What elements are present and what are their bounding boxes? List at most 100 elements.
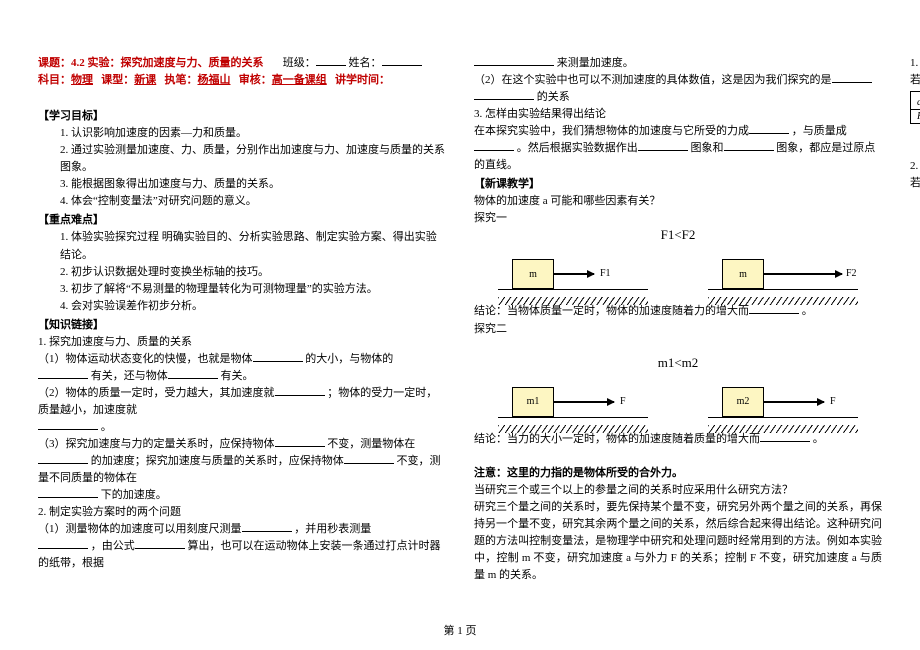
box-m: m [722, 259, 764, 289]
link1-1a: （1）物体运动状态变化的快慢，也就是物体 [38, 353, 253, 365]
class-label: 班级： [283, 57, 316, 69]
link1-3c: 的加速度；探究加速度与质量的关系时，应保持物体 [91, 455, 344, 467]
cell-a-label: a/（m·s⁻²） [911, 92, 920, 110]
links-heading: 【知识链接】 [38, 317, 446, 334]
r1-q1: （1）根据表中数据，画出 a—F 图象。 [910, 124, 920, 141]
key-2: 2. 初步认识数据处理时变换坐标轴的技巧。 [38, 264, 446, 281]
keypoints-heading: 【重点难点】 [38, 212, 446, 229]
blank [749, 305, 799, 315]
box-m2: m2 [722, 387, 764, 417]
blank [275, 437, 325, 447]
class-blank [316, 56, 346, 66]
concl1b: 。 [802, 305, 813, 317]
blank [38, 369, 88, 379]
link1-1c: 有关，还与物体 [91, 370, 168, 382]
link2-1b: ，并用秒表测量 [294, 523, 371, 535]
obj-4: 4. 体会“控制变量法”对研究问题的意义。 [38, 193, 446, 210]
box-m: m [512, 259, 554, 289]
r2-line: 若测得某一物体受力 F 一定时，a 与 M 关系数据如下表所示： [910, 175, 920, 192]
blank [760, 432, 810, 442]
link2-2b: 的关系 [537, 91, 570, 103]
blank [832, 73, 872, 83]
diagram-m2: m2 F [708, 375, 858, 425]
link2-1a: （1）测量物体的加速度可以用刻度尺测量 [38, 523, 242, 535]
blank [749, 124, 789, 134]
diagram-row-2: m1 F m2 F [474, 375, 882, 425]
lesson-title: 课题：4.2 实验：探究加速度与力、质量的关系 [38, 57, 264, 69]
key-1: 1. 体验实验探究过程 明确实验目的、分析实验思路、制定实验方案、得出实验结论。 [38, 229, 446, 263]
r2-head: 2. 探究加速度与质量的关系 [910, 158, 920, 175]
link2-1e: 来测量加速度。 [557, 57, 634, 69]
arrow-f1 [554, 273, 594, 275]
table-row: F/N 1.00 2.00 3.00 4.00 [911, 110, 920, 124]
label-f-b: F [830, 396, 836, 407]
note: 注意：这里的力指的是物体所受的合外力。 [474, 465, 882, 482]
ex2-label: 探究二 [474, 321, 882, 338]
link3c: 。然后根据实验数据作出 [517, 142, 638, 154]
arrow-m1 [554, 401, 614, 403]
blank [38, 454, 88, 464]
blank [38, 488, 98, 498]
link1-3b: 不变，测量物体在 [327, 438, 415, 450]
blank [724, 141, 774, 151]
link3b: ，与质量成 [792, 125, 847, 137]
link1-2c: 。 [101, 421, 112, 433]
concl1a: 结论：当物体质量一定时，物体的加速度随着力的增大而 [474, 305, 749, 317]
link1-head: 1. 探究加速度与力、质量的关系 [38, 334, 446, 351]
cell-f-label: F/N [911, 110, 920, 124]
link1-1d: 有关。 [221, 370, 254, 382]
blank [253, 352, 303, 362]
obj-1: 1. 认识影响加速度的因素—力和质量。 [38, 125, 446, 142]
author-label: 执笔： [165, 74, 198, 86]
blank [38, 539, 88, 549]
diagram-f2: m F2 [708, 247, 858, 297]
blank [168, 369, 218, 379]
diagram-m1: m1 F [498, 375, 648, 425]
newlesson-heading: 【新课教学】 [474, 176, 882, 193]
subject-value: 物理 [71, 74, 93, 86]
obj-3: 3. 能根据图象得出加速度与力、质量的关系。 [38, 176, 446, 193]
diagram-row-1: m F1 m F2 [474, 247, 882, 297]
r1-line: 若测得某一物体 m 一定时，a 与 F 的关系的有关数据资料如下表。 [910, 72, 920, 89]
obj-2: 2. 通过实验测量加速度、力、质量，分别作出加速度与力、加速度与质量的关系图象。 [38, 142, 446, 176]
blank [38, 420, 98, 430]
blank [135, 539, 185, 549]
label-f-a: F [620, 396, 626, 407]
key-4: 4. 会对实验误差作初步分析。 [38, 298, 446, 315]
objectives-heading: 【学习目标】 [38, 108, 446, 125]
subject-label: 科目： [38, 74, 71, 86]
type-label: 课型： [101, 74, 134, 86]
blank [275, 386, 325, 396]
blank [474, 90, 534, 100]
concl2b: 。 [813, 433, 824, 445]
label-f1: F1 [600, 268, 611, 279]
para1: 当研究三个或三个以上的参量之间的关系时应采用什么研究方法？ [474, 482, 882, 499]
blank [474, 141, 514, 151]
time-label: 讲学时间： [335, 74, 390, 86]
name-blank [382, 56, 422, 66]
review-label: 审核： [239, 74, 272, 86]
table-row: a/（m·s⁻²） 1.98 4.06 5.95 8.12 [911, 92, 920, 110]
link1-2a: （2）物体的质量一定时，受力越大，其加速度就 [38, 387, 275, 399]
para2: 研究三个量之间的关系时，要先保持某个量不变，研究另外两个量之间的关系，再保持另一… [474, 499, 882, 584]
f1f2-label: F1<F2 [474, 227, 882, 243]
link1-3e: 下的加速度。 [101, 489, 167, 501]
page-footer: 第 1 页 [0, 622, 920, 638]
link2-2: （2）在这个实验中也可以不测加速度的具体数值，这是因为我们探究的是 [474, 74, 832, 86]
ex1-label: 探究一 [474, 210, 882, 227]
blank [474, 56, 554, 66]
review-value: 高一备课组 [272, 74, 327, 86]
box-m1: m1 [512, 387, 554, 417]
link1-1b: 的大小，与物体的 [305, 353, 393, 365]
m1m2-label: m1<m2 [474, 355, 882, 371]
link1-3a: （3）探究加速度与力的定量关系时，应保持物体 [38, 438, 275, 450]
concl2a: 结论：当力的大小一定时，物体的加速度随着质量的增大而 [474, 433, 760, 445]
data-table: a/（m·s⁻²） 1.98 4.06 5.95 8.12 F/N 1.00 2… [910, 91, 920, 124]
link2-head: 2. 制定实验方案时的两个问题 [38, 504, 446, 521]
diagram-f1: m F1 [498, 247, 648, 297]
link2-1c: ，由公式 [91, 540, 135, 552]
blank [242, 522, 292, 532]
label-f2: F2 [846, 268, 857, 279]
r1-head: 1. 探究加速度与力的关系 [910, 55, 920, 72]
author-value: 杨福山 [198, 74, 231, 86]
